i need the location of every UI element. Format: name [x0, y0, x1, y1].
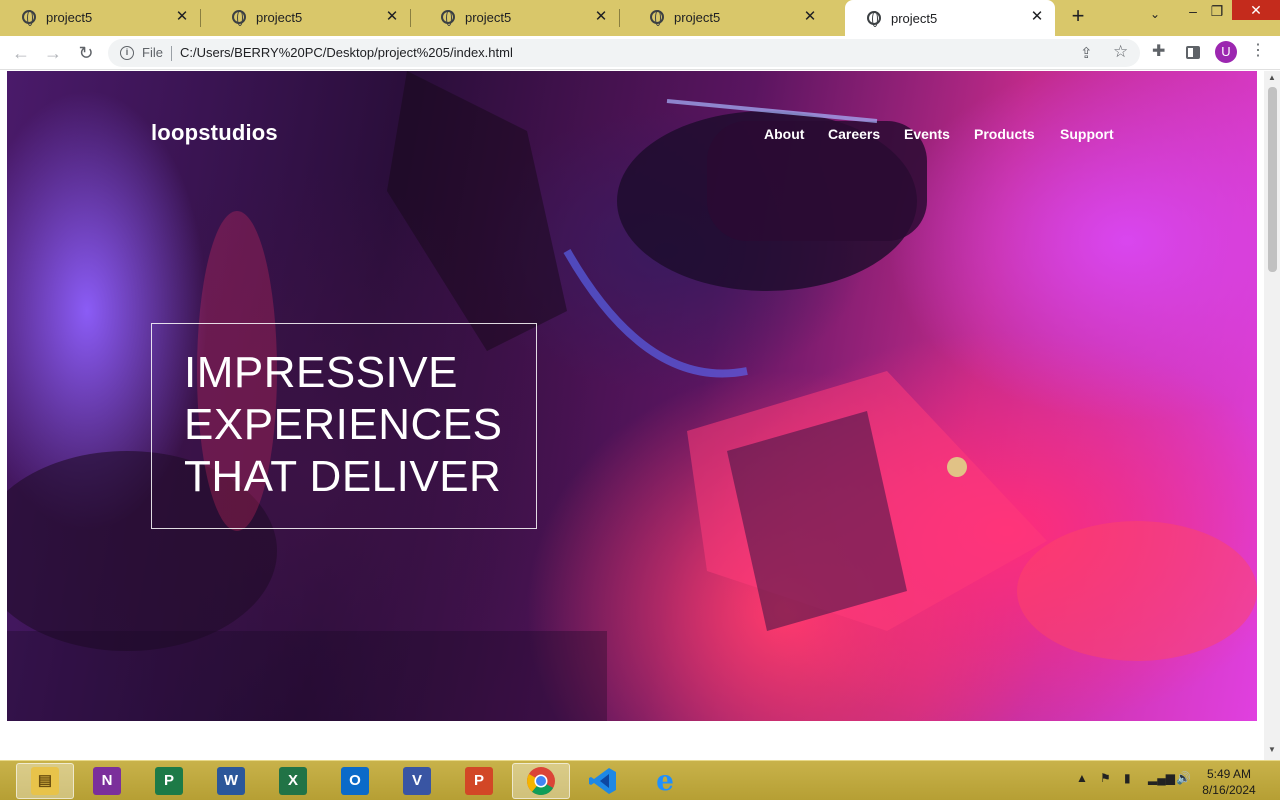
close-tab-icon[interactable]: ✕	[384, 9, 400, 25]
globe-icon	[867, 11, 881, 27]
chrome-icon	[527, 767, 555, 795]
taskbar-vscode[interactable]	[574, 763, 632, 799]
close-tab-icon[interactable]: ✕	[593, 9, 609, 25]
hero-section: loopstudios About Careers Events Product…	[7, 71, 1257, 721]
onenote-icon: N	[93, 767, 121, 795]
close-tab-icon[interactable]: ✕	[1029, 9, 1045, 25]
nav-link-support[interactable]: Support	[1060, 126, 1114, 142]
taskbar-excel[interactable]: X	[264, 763, 322, 799]
taskbar-word[interactable]: W	[202, 763, 260, 799]
tab-divider	[619, 9, 620, 27]
powerpoint-icon: P	[465, 767, 493, 795]
kebab-menu-icon[interactable]: ⋮	[1250, 40, 1266, 60]
word-icon: W	[217, 767, 245, 795]
url-text[interactable]: C:/Users/BERRY%20PC/Desktop/project%205/…	[180, 45, 513, 60]
tab-divider	[200, 9, 201, 27]
new-tab-button[interactable]: +	[1066, 5, 1090, 29]
scroll-up-arrow-icon[interactable]: ▲	[1264, 73, 1280, 85]
file-label: File	[142, 45, 163, 60]
tab-title: project5	[465, 9, 512, 25]
restore-button[interactable]: ❐	[1202, 0, 1232, 28]
browser-toolbar: ← → ↻ i File C:/Users/BERRY%20PC/Desktop…	[0, 36, 1280, 70]
taskbar-publisher[interactable]: P	[140, 763, 198, 799]
internet-explorer-icon: e	[656, 764, 674, 797]
profile-avatar[interactable]: U	[1215, 41, 1237, 63]
page-viewport: loopstudios About Careers Events Product…	[0, 71, 1264, 760]
site-nav: About Careers Events Products Support	[7, 126, 1257, 146]
info-icon[interactable]: i	[120, 46, 134, 60]
outlook-icon: O	[341, 767, 369, 795]
window-close-button[interactable]: ✕	[1232, 0, 1280, 20]
headline-line: EXPERIENCES	[184, 400, 503, 449]
nav-link-products[interactable]: Products	[974, 126, 1035, 142]
taskbar-internet-explorer[interactable]: e	[636, 763, 694, 799]
globe-icon	[441, 10, 455, 26]
show-hidden-icons-arrow-icon[interactable]: ▲	[1076, 771, 1088, 785]
close-tab-icon[interactable]: ✕	[802, 9, 818, 25]
scroll-thumb[interactable]	[1268, 87, 1277, 272]
taskbar-visio[interactable]: V	[388, 763, 446, 799]
address-bar[interactable]: i File C:/Users/BERRY%20PC/Desktop/proje…	[108, 39, 1140, 67]
page-scrollbar[interactable]: ▲ ▼	[1264, 71, 1280, 760]
tab-divider	[410, 9, 411, 27]
globe-icon	[650, 10, 664, 26]
browser-tab[interactable]: project5 ✕	[628, 0, 828, 34]
tab-title: project5	[256, 9, 303, 25]
file-explorer-icon: ▤	[31, 767, 59, 795]
battery-icon[interactable]: ▮	[1124, 771, 1131, 785]
globe-icon	[22, 10, 36, 26]
excel-icon: X	[279, 767, 307, 795]
visio-icon: V	[403, 767, 431, 795]
browser-tab[interactable]: project5 ✕	[0, 0, 201, 34]
publisher-icon: P	[155, 767, 183, 795]
forward-button[interactable]: →	[41, 41, 65, 65]
bookmark-star-icon[interactable]: ☆	[1113, 42, 1128, 62]
browser-tab[interactable]: project5 ✕	[419, 0, 620, 34]
back-button[interactable]: ←	[9, 41, 33, 65]
tab-strip: project5 ✕ project5 ✕ project5 ✕ project…	[0, 0, 1280, 36]
clock-date: 8/16/2024	[1202, 783, 1256, 797]
clock-time: 5:49 AM	[1206, 767, 1252, 781]
nav-link-events[interactable]: Events	[904, 126, 950, 142]
close-tab-icon[interactable]: ✕	[174, 9, 190, 25]
headline-line: THAT DELIVER	[184, 452, 502, 501]
nav-link-about[interactable]: About	[764, 126, 804, 142]
share-icon[interactable]: ⇪	[1080, 44, 1093, 62]
globe-icon	[232, 10, 246, 26]
speaker-volume-icon[interactable]: 🔊	[1176, 771, 1191, 785]
network-signal-icon[interactable]: ▂▄▆	[1148, 771, 1175, 785]
headline-box: IMPRESSIVE EXPERIENCES THAT DELIVER	[151, 323, 537, 529]
scroll-down-arrow-icon[interactable]: ▼	[1264, 745, 1280, 757]
side-panel-icon[interactable]	[1186, 46, 1200, 59]
address-divider	[171, 46, 172, 61]
taskbar-file-explorer[interactable]: ▤	[16, 763, 74, 799]
taskbar-onenote[interactable]: N	[78, 763, 136, 799]
taskbar-powerpoint[interactable]: P	[450, 763, 508, 799]
taskbar-clock[interactable]: 5:49 AM 8/16/2024	[1196, 766, 1262, 798]
windows-taskbar: ▤ N P W X O V P e ▲ ⚑ ▮ ▂▄▆ 🔊 5:49 AM 8/…	[0, 760, 1280, 800]
headline-line: IMPRESSIVE	[184, 348, 458, 397]
extensions-puzzle-icon[interactable]: ✚	[1152, 41, 1165, 61]
action-center-flag-icon[interactable]: ⚑	[1100, 771, 1111, 785]
vscode-icon	[589, 768, 616, 794]
tab-title: project5	[46, 9, 93, 25]
tab-title: project5	[674, 9, 721, 25]
reload-button[interactable]: ↻	[74, 41, 98, 65]
browser-tab[interactable]: project5 ✕	[210, 0, 411, 34]
tab-search-button[interactable]: ⌄	[1145, 7, 1165, 27]
taskbar-chrome[interactable]	[512, 763, 570, 799]
taskbar-outlook[interactable]: O	[326, 763, 384, 799]
browser-tab-active[interactable]: project5 ✕	[845, 0, 1055, 36]
nav-link-careers[interactable]: Careers	[828, 126, 880, 142]
tab-title: project5	[891, 10, 938, 26]
